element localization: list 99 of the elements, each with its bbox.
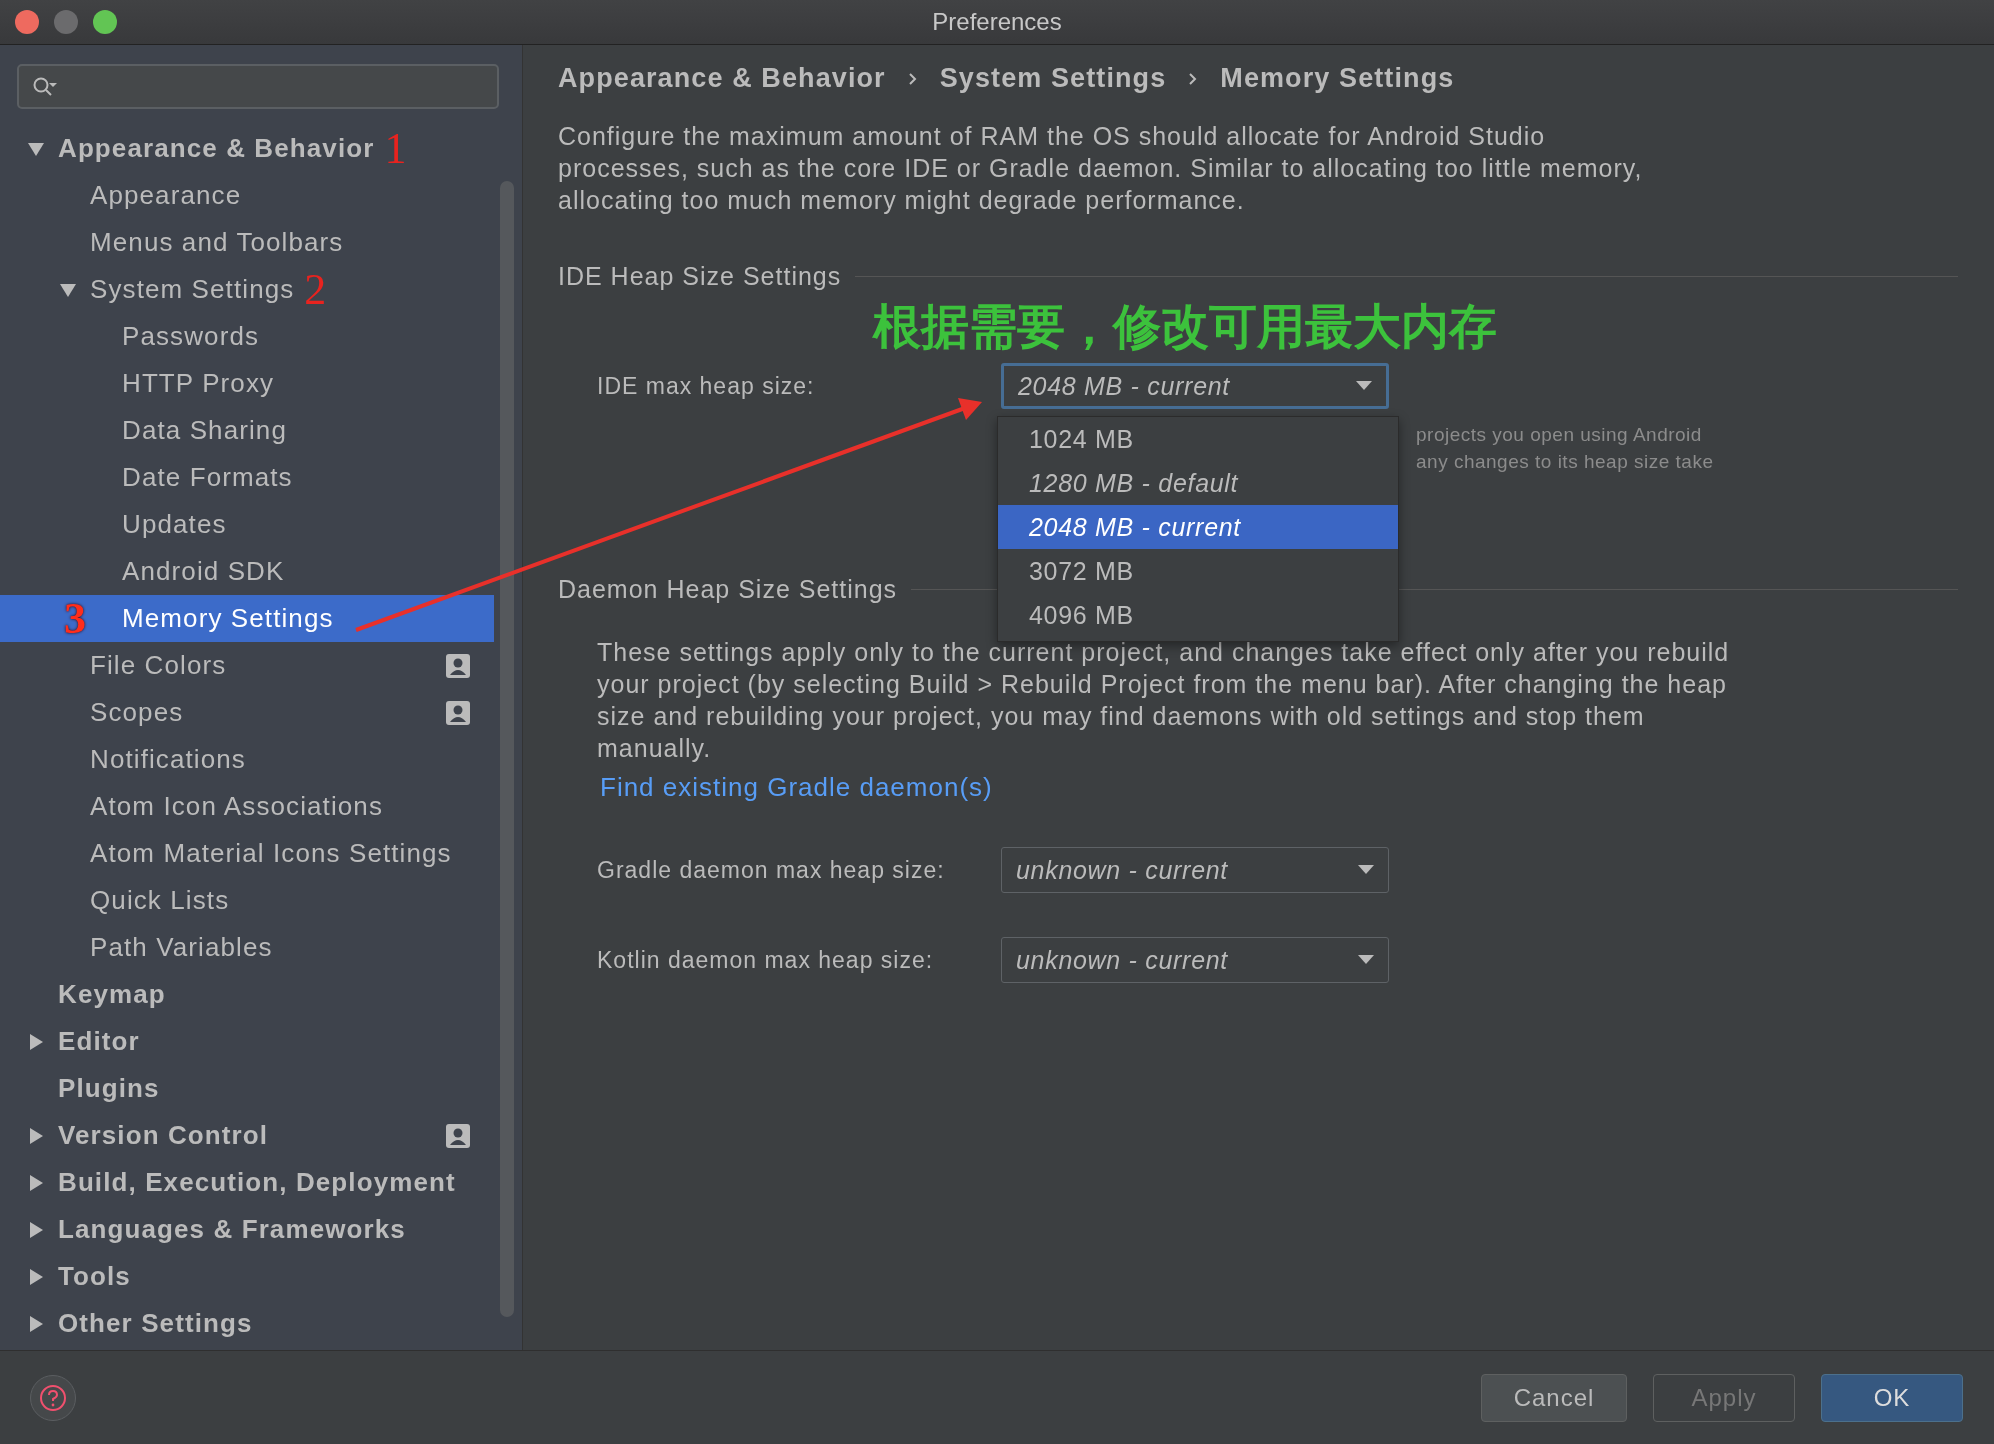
description: Configure the maximum amount of RAM the OS should allocate for Android Studio processes, such as the core IDE or Gradle daemon. Similar to allocating too little memory, allocating too much memory might degrade performance. (558, 121, 1644, 216)
tree-item[interactable]: Menus and Toolbars (0, 219, 494, 266)
tree-item[interactable]: Version Control (0, 1112, 494, 1159)
help-icon (38, 1382, 68, 1413)
dropdown-option[interactable]: 1024 MB (998, 417, 1398, 461)
ok-button[interactable]: OK (1821, 1373, 1963, 1422)
caret-icon (1356, 381, 1372, 391)
tree-item[interactable]: Atom Material Icons Settings (0, 830, 494, 877)
cancel-button[interactable]: Cancel (1481, 1373, 1627, 1422)
annotation-number: 2 (304, 267, 328, 312)
expanded-arrow-icon[interactable] (60, 281, 76, 298)
tree-item[interactable]: Notifications (0, 736, 494, 783)
tree-item-label: Passwords (122, 321, 260, 352)
tree-item-label: Atom Icon Associations (90, 791, 383, 822)
tree-item[interactable]: Date Formats (0, 454, 494, 501)
chevron-icon (1188, 71, 1199, 86)
tree-item-label: Memory Settings (122, 603, 334, 634)
window-title: Preferences (932, 8, 1062, 36)
tree-item-label: HTTP Proxy (122, 368, 275, 399)
heap-size-dropdown[interactable]: unknown - current (1001, 937, 1389, 983)
tree-item[interactable]: 3 Memory Settings (0, 595, 494, 642)
breadcrumb-item[interactable]: Memory Settings (1220, 63, 1455, 94)
close-icon[interactable] (15, 10, 39, 34)
collapsed-arrow-icon[interactable] (28, 1127, 44, 1144)
tree-item-label: Appearance (90, 180, 242, 211)
annotation-number: 3 (64, 596, 88, 641)
tree-item[interactable]: Editor (0, 1018, 494, 1065)
tree-item[interactable]: Path Variables (0, 924, 494, 971)
tree-item[interactable]: Appearance (0, 172, 494, 219)
tree-item[interactable]: Updates (0, 501, 494, 548)
tree-item-label: Date Formats (122, 462, 293, 493)
tree-item-label: Editor (58, 1026, 140, 1057)
dropdown-option[interactable]: 2048 MB - current (998, 505, 1398, 549)
tree-item[interactable]: File Colors (0, 642, 494, 689)
tree-item-label: Version Control (58, 1120, 269, 1151)
tree-item[interactable]: System Settings 2 (0, 266, 494, 313)
tree-item-label: Plugins (58, 1073, 160, 1104)
section-title: Daemon Heap Size Settings (558, 575, 898, 604)
field-label: Gradle daemon max heap size: (597, 856, 946, 884)
dropdown-option[interactable]: 4096 MB (998, 593, 1398, 637)
tree-item[interactable]: Android SDK (0, 548, 494, 595)
tree-item-label: Quick Lists (90, 885, 230, 916)
tree-item-label: Other Settings (58, 1308, 253, 1339)
find-daemons-link[interactable]: Find existing Gradle daemon(s) (600, 772, 993, 803)
heap-size-dropdown[interactable]: 2048 MB - current (1001, 363, 1389, 409)
tree-item[interactable]: Atom Icon Associations (0, 783, 494, 830)
tree-item[interactable]: Appearance & Behavior 1 (0, 125, 494, 172)
tree-item-label: Android SDK (122, 556, 285, 587)
help-button[interactable] (30, 1374, 76, 1421)
tree-item-label: Path Variables (90, 932, 273, 963)
dropdown-option[interactable]: 3072 MB (998, 549, 1398, 593)
breadcrumb-item[interactable]: System Settings (939, 63, 1167, 94)
annotation-number: 1 (384, 126, 408, 171)
tree-item-label: Scopes (90, 697, 184, 728)
section-title: IDE Heap Size Settings (558, 262, 842, 291)
tree-item[interactable]: Quick Lists (0, 877, 494, 924)
field-label: IDE max heap size: (597, 372, 816, 400)
breadcrumb-item[interactable]: Appearance & Behavior (558, 63, 886, 94)
tree-item-label: Keymap (58, 979, 166, 1010)
tree-item[interactable]: Plugins (0, 1065, 494, 1112)
tree-item[interactable]: HTTP Proxy (0, 360, 494, 407)
heap-size-dropdown[interactable]: unknown - current (1001, 847, 1389, 893)
collapsed-arrow-icon[interactable] (28, 1174, 44, 1191)
caret-icon (1358, 865, 1374, 875)
tree-item[interactable]: Scopes (0, 689, 494, 736)
expanded-arrow-icon[interactable] (28, 140, 44, 157)
collapsed-arrow-icon[interactable] (28, 1315, 44, 1332)
tree-item-label: Notifications (90, 744, 246, 775)
dropdown-option[interactable]: 1280 MB - default (998, 461, 1398, 505)
chevron-icon (907, 71, 918, 86)
tree-item-label: Updates (122, 509, 227, 540)
hint-text: projects you open using Android (1416, 423, 1703, 447)
daemon-description: These settings apply only to the current project, and changes take effect only after you rebuild your project (by selecting Build > Rebuild Project from the menu bar). After changing the heap size and rebuilding your project, you may find daemons with old settings and stop them manually. (597, 637, 1731, 764)
tree-item[interactable]: Tools (0, 1253, 494, 1300)
scrollbar[interactable] (500, 181, 514, 1317)
tree-item-label: File Colors (90, 650, 227, 681)
tree-item[interactable]: Passwords (0, 313, 494, 360)
field-label: Kotlin daemon max heap size: (597, 946, 935, 974)
annotation-note: 根据需要，修改可用最大内存 (873, 297, 1497, 356)
tree-item[interactable]: Languages & Frameworks (0, 1206, 494, 1253)
search-field[interactable] (17, 64, 499, 109)
tree-item-label: Tools (58, 1261, 131, 1292)
tree-item[interactable]: Build, Execution, Deployment (0, 1159, 494, 1206)
tree-item[interactable]: Data Sharing (0, 407, 494, 454)
tree-item-label: Menus and Toolbars (90, 227, 344, 258)
collapsed-arrow-icon[interactable] (28, 1033, 44, 1050)
hint-text: any changes to its heap size take (1416, 450, 1715, 474)
collapsed-arrow-icon[interactable] (28, 1221, 44, 1238)
zoom-icon[interactable] (93, 10, 117, 34)
tree-item-label: Data Sharing (122, 415, 287, 446)
tree-item[interactable]: Keymap (0, 971, 494, 1018)
tree-item-label: Languages & Frameworks (58, 1214, 406, 1245)
tree-item-label: Appearance & Behavior (58, 133, 375, 164)
tree-item-label: Build, Execution, Deployment (58, 1167, 456, 1198)
tree-item-label: Atom Material Icons Settings (90, 838, 452, 869)
collapsed-arrow-icon[interactable] (28, 1268, 44, 1285)
caret-icon (1358, 955, 1374, 965)
tree-item[interactable]: Other Settings (0, 1300, 494, 1347)
tree-item-label: System Settings (90, 274, 295, 305)
